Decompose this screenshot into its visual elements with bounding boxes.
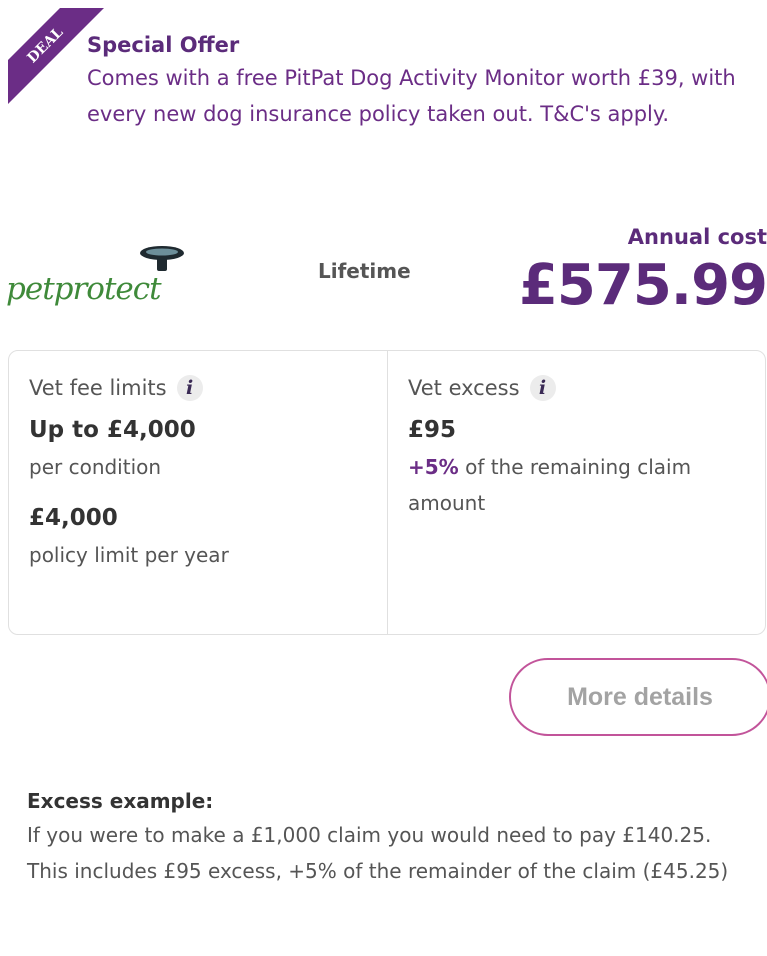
excess-percent: +5% bbox=[408, 455, 459, 479]
offer-text: Comes with a free PitPat Dog Activity Mo… bbox=[87, 66, 736, 126]
policy-limit-desc: policy limit per year bbox=[29, 543, 229, 567]
policy-limit-amount: £4,000 bbox=[29, 505, 118, 531]
vet-fee-label: Vet fee limits bbox=[29, 376, 167, 400]
petprotect-logo: petprotect bbox=[6, 243, 196, 323]
vet-excess-amount: £95 bbox=[408, 417, 457, 443]
provider-row: petprotect Lifetime Annual cost £575.99 bbox=[0, 225, 767, 325]
special-offer: Special Offer Comes with a free PitPat D… bbox=[87, 30, 747, 132]
more-details-button[interactable]: More details bbox=[509, 658, 767, 736]
vet-fee-column: Vet fee limits i Up to £4,000 per condit… bbox=[9, 351, 387, 634]
vet-fee-header: Vet fee limits i bbox=[29, 375, 367, 401]
excess-example-text: If you were to make a £1,000 claim you w… bbox=[27, 823, 729, 883]
excess-example-title: Excess example: bbox=[27, 789, 214, 813]
annual-cost-label: Annual cost bbox=[627, 225, 767, 249]
annual-price: £575.99 bbox=[518, 253, 767, 318]
vet-excess-header: Vet excess i bbox=[408, 375, 747, 401]
vet-excess-label: Vet excess bbox=[408, 376, 520, 400]
excess-example: Excess example: If you were to make a £1… bbox=[27, 785, 747, 889]
cover-details-box: Vet fee limits i Up to £4,000 per condit… bbox=[8, 350, 766, 635]
info-icon[interactable]: i bbox=[176, 375, 203, 401]
offer-title: Special Offer bbox=[87, 33, 240, 57]
logo-text: petprotect bbox=[6, 271, 162, 307]
vet-fee-amount: Up to £4,000 bbox=[29, 417, 196, 443]
vet-excess-column: Vet excess i £95 +5% of the remaining cl… bbox=[387, 351, 767, 634]
policy-type: Lifetime bbox=[318, 259, 411, 283]
info-icon[interactable]: i bbox=[529, 375, 556, 401]
vet-excess-extra: +5% of the remaining claim amount bbox=[408, 449, 747, 521]
vet-fee-desc: per condition bbox=[29, 455, 162, 479]
